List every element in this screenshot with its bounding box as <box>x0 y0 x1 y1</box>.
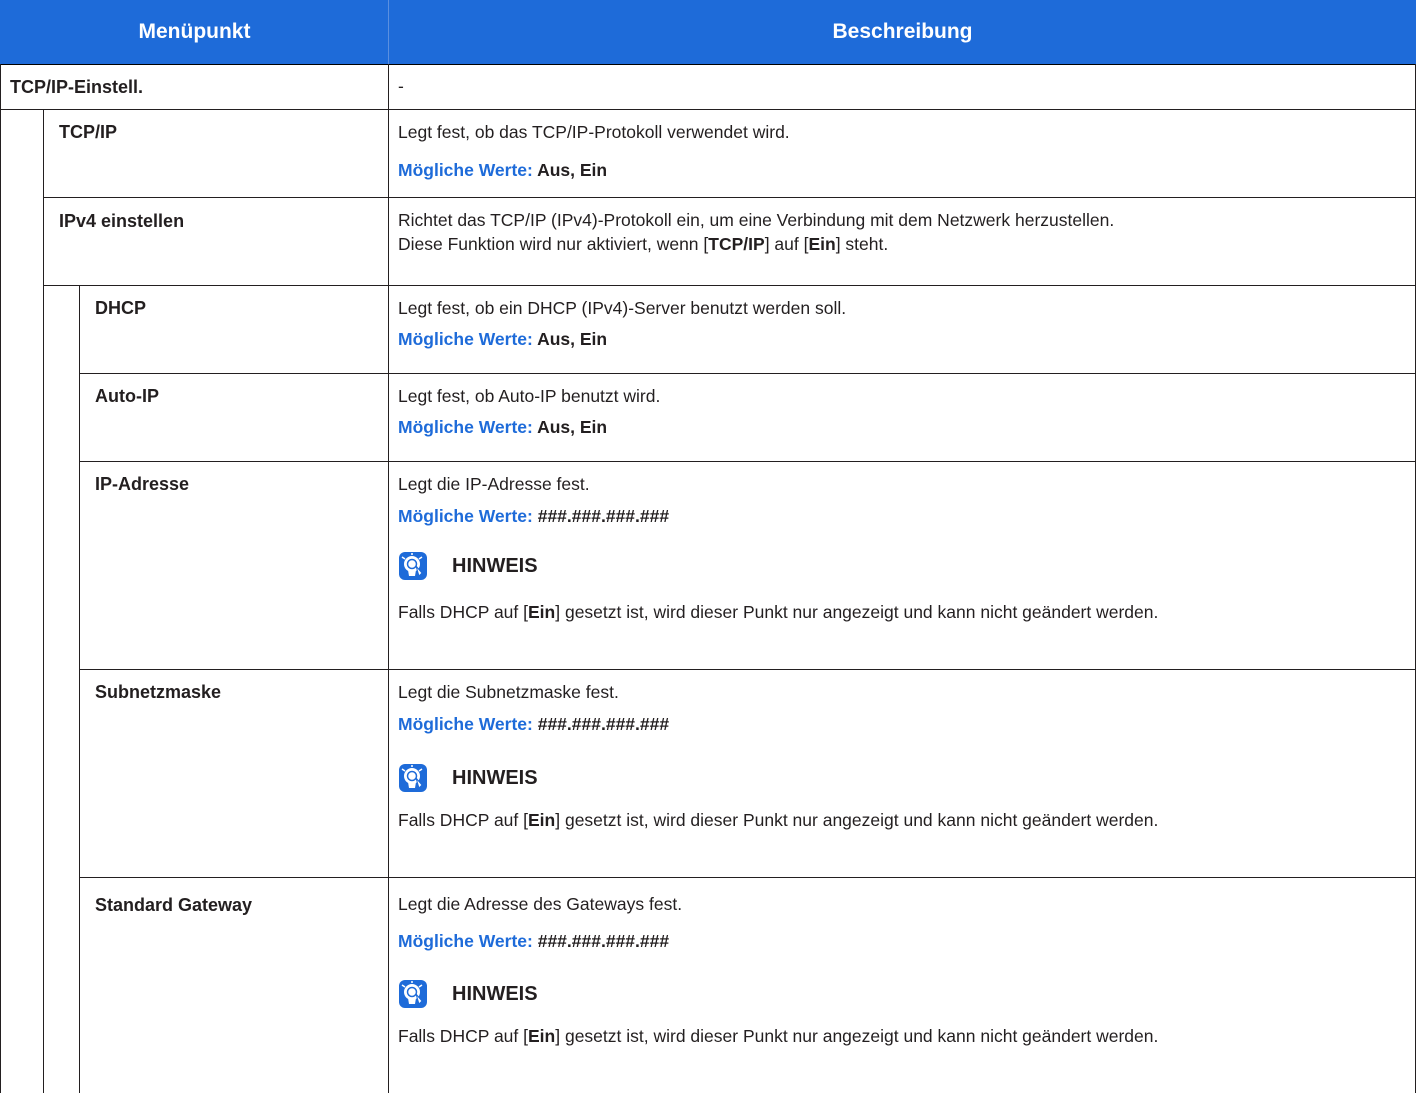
column-divider <box>388 64 389 1093</box>
values-label: Mögliche Werte: <box>398 714 533 734</box>
values-text: ###.###.###.### <box>537 931 670 951</box>
values-tcpip: Mögliche Werte: Aus, Ein <box>398 159 607 181</box>
desc-auto-ip: Legt fest, ob Auto-IP benutzt wird. <box>398 386 661 406</box>
table-header: Menüpunkt Beschreibung <box>0 0 1416 65</box>
row-divider <box>43 197 1416 198</box>
menu-tcpip-einstell: TCP/IP-Einstell. <box>10 77 144 97</box>
header-menupunkt: Menüpunkt <box>138 20 251 43</box>
settings-table: Menüpunkt Beschreibung TCP/IP-Einstell. … <box>0 0 1416 1093</box>
values-label: Mögliche Werte: <box>398 506 533 526</box>
menu-auto-ip: Auto-IP <box>95 386 159 406</box>
row-divider <box>79 669 1416 670</box>
menu-subnetzmaske: Subnetzmaske <box>95 682 222 702</box>
desc-ipv4-line2: Diese Funktion wird nur aktiviert, wenn … <box>398 234 889 254</box>
note-header: HINWEIS <box>398 979 538 1009</box>
desc-tcpip-einstell: - <box>398 76 404 96</box>
note-title: HINWEIS <box>452 766 538 789</box>
lightbulb-icon <box>398 551 428 581</box>
desc-dhcp: Legt fest, ob ein DHCP (IPv4)-Server ben… <box>398 298 847 318</box>
row-divider <box>43 285 1416 286</box>
row-divider <box>79 461 1416 462</box>
desc-standard-gateway: Legt die Adresse des Gateways fest. <box>398 894 683 914</box>
note-header: HINWEIS <box>398 551 538 581</box>
menu-tcpip: TCP/IP <box>59 122 118 142</box>
lightbulb-icon <box>398 979 428 1009</box>
desc-ip-adresse: Legt die IP-Adresse fest. <box>398 474 590 494</box>
note-header: HINWEIS <box>398 763 538 793</box>
values-text: ###.###.###.### <box>537 714 670 734</box>
desc-ipv4-line1: Richtet das TCP/IP (IPv4)-Protokoll ein,… <box>398 210 1115 230</box>
indent-line-2 <box>79 285 80 1093</box>
desc-ipv4: Richtet das TCP/IP (IPv4)-Protokoll ein,… <box>398 208 1398 256</box>
note-text: Falls DHCP auf [Ein] gesetzt ist, wird d… <box>398 1026 1159 1046</box>
values-subnetzmaske: Mögliche Werte: ###.###.###.### <box>398 713 669 735</box>
menu-standard-gateway: Standard Gateway <box>95 895 253 915</box>
row-divider <box>79 877 1416 878</box>
values-text: Aus, Ein <box>537 160 608 180</box>
menu-ip-adresse: IP-Adresse <box>95 474 190 494</box>
values-standard-gateway: Mögliche Werte: ###.###.###.### <box>398 930 669 952</box>
menu-ipv4-einstellen: IPv4 einstellen <box>59 211 185 231</box>
row-divider <box>79 373 1416 374</box>
lightbulb-icon <box>398 763 428 793</box>
values-label: Mögliche Werte: <box>398 931 533 951</box>
note-text: Falls DHCP auf [Ein] gesetzt ist, wird d… <box>398 810 1159 830</box>
note-title: HINWEIS <box>452 982 538 1005</box>
values-ip-adresse: Mögliche Werte: ###.###.###.### <box>398 505 669 527</box>
note-text: Falls DHCP auf [Ein] gesetzt ist, wird d… <box>398 602 1159 622</box>
indent-line-1 <box>43 109 44 1093</box>
note-title: HINWEIS <box>452 554 538 577</box>
values-label: Mögliche Werte: <box>398 329 533 349</box>
values-text: Aus, Ein <box>537 329 608 349</box>
values-text: ###.###.###.### <box>537 506 670 526</box>
values-text: Aus, Ein <box>537 417 608 437</box>
desc-tcpip: Legt fest, ob das TCP/IP-Protokoll verwe… <box>398 122 790 142</box>
row-divider <box>0 109 1416 110</box>
values-label: Mögliche Werte: <box>398 417 533 437</box>
menu-dhcp: DHCP <box>95 298 147 318</box>
border-left <box>0 64 1 1093</box>
values-dhcp: Mögliche Werte: Aus, Ein <box>398 328 607 350</box>
values-label: Mögliche Werte: <box>398 160 533 180</box>
header-beschreibung: Beschreibung <box>832 20 973 43</box>
values-auto-ip: Mögliche Werte: Aus, Ein <box>398 416 607 438</box>
desc-subnetzmaske: Legt die Subnetzmaske fest. <box>398 682 619 702</box>
